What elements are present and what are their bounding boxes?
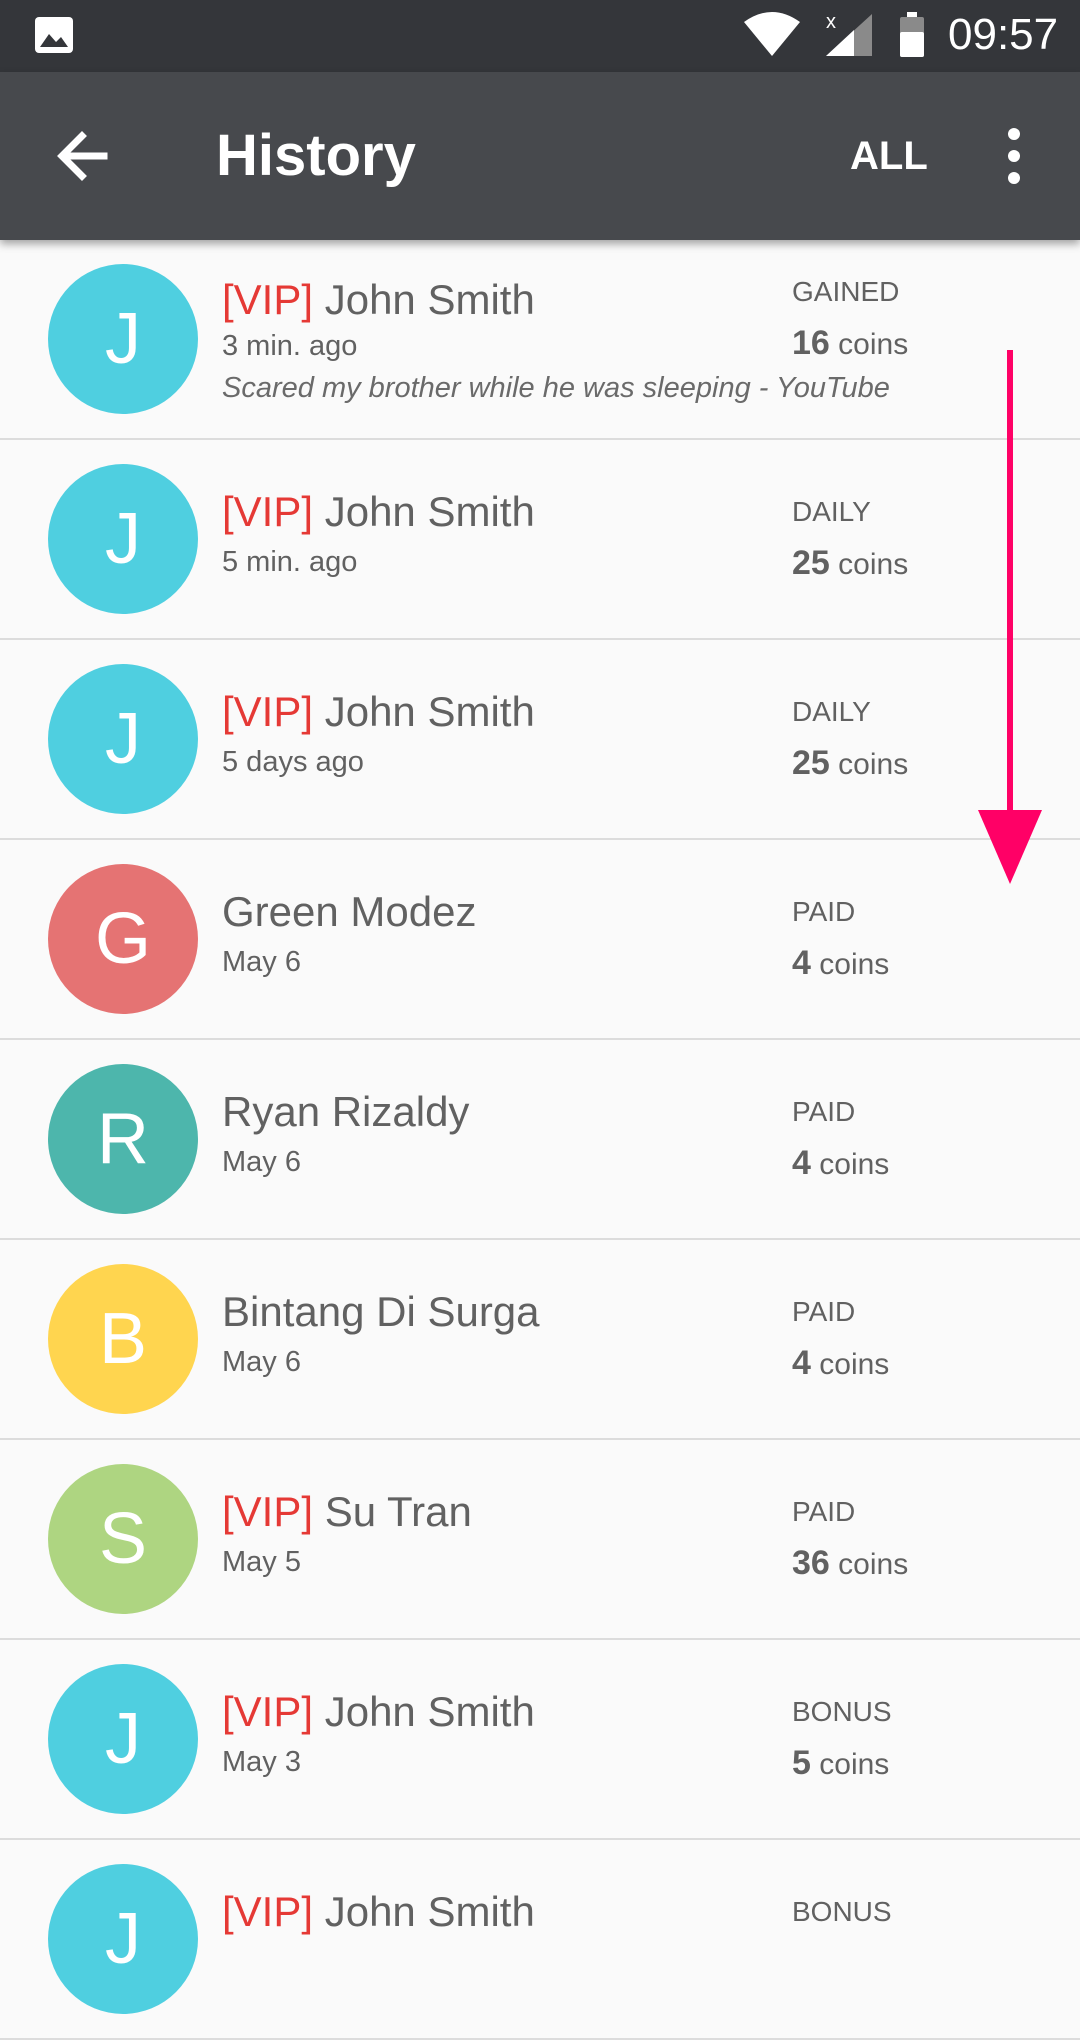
user-name-text: Green Modez (222, 888, 477, 935)
wifi-icon (744, 12, 800, 56)
transaction-type: BONUS (792, 1896, 892, 1927)
history-list: J [VIP] John Smith 3 min. ago Scared my … (0, 240, 1080, 2040)
transaction-type: PAID (792, 896, 856, 927)
coin-amount: 25 coins (792, 744, 908, 783)
status-time: 09:57 (948, 10, 1059, 59)
vip-badge: [VIP] (222, 1488, 314, 1535)
vip-badge: [VIP] (222, 488, 314, 535)
transaction-type: PAID (792, 1496, 856, 1527)
coin-amount: 25 coins (792, 544, 908, 583)
transaction-type: DAILY (792, 496, 871, 527)
coin-number: 4 (792, 944, 811, 982)
avatar: J (48, 264, 198, 414)
coin-unit: coins (819, 1748, 890, 1781)
history-row[interactable]: B Bintang Di Surga May 6 PAID 4 coins (0, 1240, 1080, 1440)
transaction-type: GAINED (792, 276, 900, 307)
history-row[interactable]: S [VIP] Su Tran May 5 PAID 36 coins (0, 1440, 1080, 1640)
user-name: [VIP] John Smith (222, 1888, 535, 1936)
avatar: B (48, 1264, 198, 1414)
coin-amount: 4 coins (792, 944, 889, 983)
coin-amount: 5 coins (792, 1744, 889, 1783)
user-name: [VIP] Su Tran (222, 1488, 472, 1536)
svg-text:x: x (826, 11, 836, 33)
coin-number: 4 (792, 1144, 811, 1182)
coin-number: 4 (792, 1344, 811, 1382)
coin-unit: coins (819, 1348, 890, 1381)
user-name-text: Su Tran (324, 1488, 472, 1535)
coin-amount: 36 coins (792, 1544, 908, 1583)
transaction-type: DAILY (792, 696, 871, 727)
cellular-signal-icon: x (826, 11, 872, 56)
user-name-text: John Smith (324, 688, 535, 735)
avatar: J (48, 464, 198, 614)
timestamp: May 6 (222, 1146, 301, 1178)
history-row[interactable]: J [VIP] John Smith BONUS (0, 1840, 1080, 2040)
coin-amount: 16 coins (792, 324, 908, 363)
battery-icon (900, 12, 924, 57)
user-name-text: Ryan Rizaldy (222, 1088, 470, 1135)
vip-badge: [VIP] (222, 688, 314, 735)
gallery-notification-icon (35, 17, 73, 53)
timestamp: May 5 (222, 1546, 301, 1578)
user-name: Green Modez (222, 888, 476, 936)
timestamp: May 6 (222, 1346, 301, 1378)
user-name: [VIP] John Smith (222, 276, 535, 324)
coin-unit: coins (838, 548, 909, 581)
coin-number: 16 (792, 324, 830, 362)
transaction-type: PAID (792, 1096, 856, 1127)
history-row[interactable]: J [VIP] John Smith 3 min. ago Scared my … (0, 240, 1080, 440)
timestamp: May 6 (222, 946, 301, 978)
user-name-text: John Smith (324, 1688, 535, 1735)
coin-unit: coins (819, 1148, 890, 1181)
avatar: J (48, 664, 198, 814)
history-row[interactable]: G Green Modez May 6 PAID 4 coins (0, 840, 1080, 1040)
coin-unit: coins (838, 748, 909, 781)
user-name: Bintang Di Surga (222, 1288, 540, 1336)
user-name-text: John Smith (324, 488, 535, 535)
user-name-text: Bintang Di Surga (222, 1288, 540, 1335)
user-name: [VIP] John Smith (222, 688, 535, 736)
swipe-down-arrow-icon (978, 350, 1042, 884)
coin-number: 36 (792, 1544, 830, 1582)
coin-number: 5 (792, 1744, 811, 1782)
avatar: R (48, 1064, 198, 1214)
vip-badge: [VIP] (222, 1688, 314, 1735)
history-row[interactable]: J [VIP] John Smith 5 min. ago DAILY 25 c… (0, 440, 1080, 640)
timestamp: 5 min. ago (222, 546, 358, 578)
coin-number: 25 (792, 544, 830, 582)
avatar: J (48, 1664, 198, 1814)
history-row[interactable]: R Ryan Rizaldy May 6 PAID 4 coins (0, 1040, 1080, 1240)
timestamp: 3 min. ago (222, 330, 358, 362)
vip-badge: [VIP] (222, 1888, 314, 1935)
coin-unit: coins (819, 948, 890, 981)
vip-badge: [VIP] (222, 276, 314, 323)
coin-amount: 4 coins (792, 1144, 889, 1183)
user-name-text: John Smith (324, 1888, 535, 1935)
coin-number: 25 (792, 744, 830, 782)
timestamp: May 3 (222, 1746, 301, 1778)
user-name: Ryan Rizaldy (222, 1088, 469, 1136)
status-bar: x 09:57 (0, 0, 1080, 72)
avatar: S (48, 1464, 198, 1614)
history-row[interactable]: J [VIP] John Smith May 3 BONUS 5 coins (0, 1640, 1080, 1840)
timestamp: 5 days ago (222, 746, 364, 778)
back-arrow-icon[interactable] (48, 120, 120, 192)
user-name: [VIP] John Smith (222, 488, 535, 536)
user-name-text: John Smith (324, 276, 535, 323)
avatar: G (48, 864, 198, 1014)
coin-unit: coins (838, 1548, 909, 1581)
history-row[interactable]: J [VIP] John Smith 5 days ago DAILY 25 c… (0, 640, 1080, 840)
activity-description: Scared my brother while he was sleeping … (222, 372, 890, 404)
app-bar: History ALL (0, 72, 1080, 240)
page-title: History (216, 123, 416, 188)
user-name: [VIP] John Smith (222, 1688, 535, 1736)
coin-unit: coins (838, 328, 909, 361)
transaction-type: PAID (792, 1296, 856, 1327)
transaction-type: BONUS (792, 1696, 892, 1727)
more-options-icon[interactable] (996, 124, 1032, 188)
filter-all-button[interactable]: ALL (850, 134, 928, 179)
avatar: J (48, 1864, 198, 2014)
coin-amount: 4 coins (792, 1344, 889, 1383)
